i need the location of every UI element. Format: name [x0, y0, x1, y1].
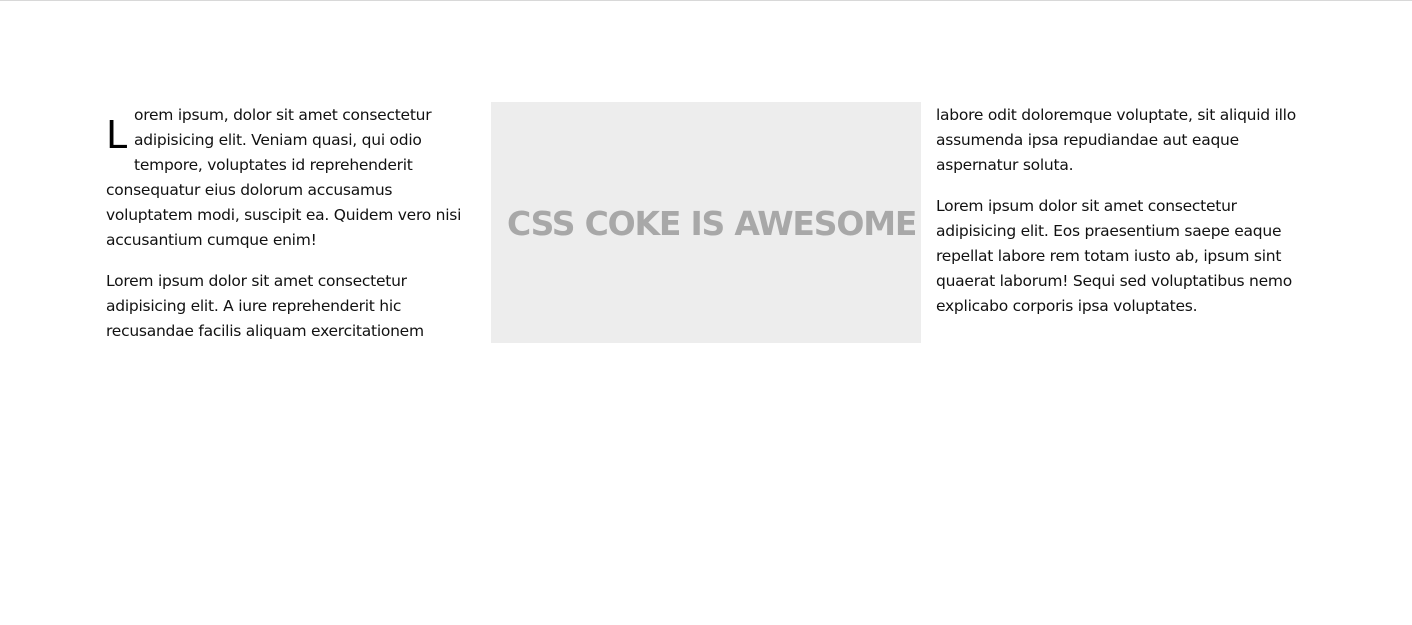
drop-cap-letter: L — [106, 113, 127, 157]
paragraph: Lorem ipsum dolor sit amet consectetur a… — [106, 269, 470, 344]
feature-box: CSS COKE IS AWESOME — [491, 102, 921, 343]
feature-headline: CSS COKE IS AWESOME — [507, 204, 917, 243]
paragraph-line: accusantium cumque enim! — [106, 231, 317, 249]
paragraph-line: adipisicing elit. Eos praesentium saepe … — [936, 222, 1282, 240]
paragraph-line: labore odit doloremque voluptate, sit al… — [936, 106, 1296, 124]
paragraph: Lorem ipsum dolor sit amet consectetur a… — [936, 194, 1308, 319]
left-text-column: L orem ipsum, dolor sit amet consectetur… — [106, 103, 470, 360]
paragraph-line: repellat labore rem totam iusto ab, ipsu… — [936, 247, 1282, 265]
paragraph-line: tempore, voluptates id reprehenderit — [134, 156, 413, 174]
paragraph-line: adipisicing elit. A iure reprehenderit h… — [106, 297, 402, 315]
paragraph-line: recusandae facilis aliquam exercitatione… — [106, 322, 424, 340]
paragraph-line: aspernatur soluta. — [936, 156, 1074, 174]
paragraph-line: adipisicing elit. Veniam quasi, qui odio — [134, 131, 422, 149]
paragraph-line: Lorem ipsum dolor sit amet consectetur — [106, 272, 407, 290]
paragraph-line: Lorem ipsum dolor sit amet consectetur — [936, 197, 1237, 215]
right-text-column: labore odit doloremque voluptate, sit al… — [936, 103, 1308, 335]
paragraph-line: quaerat laborum! Sequi sed voluptatibus … — [936, 272, 1292, 290]
paragraph-line: explicabo corporis ipsa voluptates. — [936, 297, 1198, 315]
top-divider — [0, 0, 1412, 1]
paragraph: labore odit doloremque voluptate, sit al… — [936, 103, 1308, 178]
paragraph-line: voluptatem modi, suscipit ea. Quidem ver… — [106, 206, 462, 224]
paragraph-line: orem ipsum, dolor sit amet consectetur — [134, 106, 432, 124]
paragraph-line: consequatur eius dolorum accusamus — [106, 181, 393, 199]
paragraph-line: assumenda ipsa repudiandae aut eaque — [936, 131, 1239, 149]
dropcap-paragraph: L orem ipsum, dolor sit amet consectetur… — [106, 103, 470, 253]
